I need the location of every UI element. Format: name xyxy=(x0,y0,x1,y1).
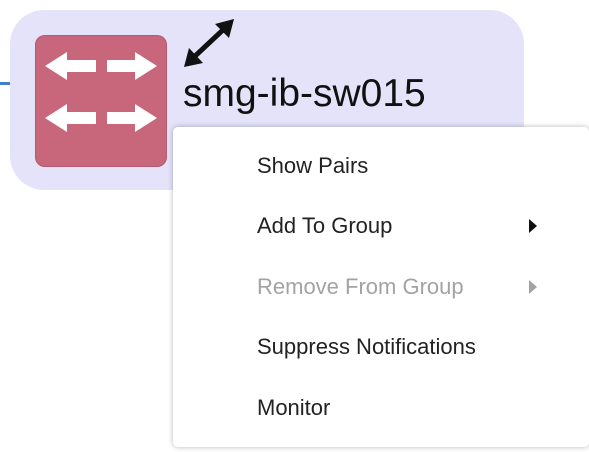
menu-item-label: Suppress Notifications xyxy=(257,334,476,359)
menu-item-label: Show Pairs xyxy=(257,153,369,178)
menu-item-add-to-group[interactable]: Add To Group xyxy=(173,200,589,252)
device-name-label: smg-ib-sw015 xyxy=(183,72,426,115)
menu-item-suppress-notifications[interactable]: Suppress Notifications xyxy=(173,321,589,373)
context-menu: Show Pairs Add To Group Remove From Grou… xyxy=(173,127,589,447)
menu-item-label: Remove From Group xyxy=(257,274,464,299)
menu-item-remove-from-group: Remove From Group xyxy=(173,261,589,313)
network-switch-icon[interactable] xyxy=(35,35,167,167)
menu-item-label: Add To Group xyxy=(257,213,393,238)
submenu-arrow-icon xyxy=(529,280,537,294)
menu-item-label: Monitor xyxy=(257,395,331,420)
menu-item-monitor[interactable]: Monitor xyxy=(173,382,589,434)
submenu-arrow-icon xyxy=(529,219,537,233)
switch-arrows-graphic xyxy=(45,52,157,132)
topology-canvas: smg-ib-sw015 Show Pairs Add To Group Rem… xyxy=(0,0,589,452)
menu-item-show-pairs[interactable]: Show Pairs xyxy=(173,140,589,192)
expand-arrows-icon[interactable] xyxy=(180,18,238,70)
